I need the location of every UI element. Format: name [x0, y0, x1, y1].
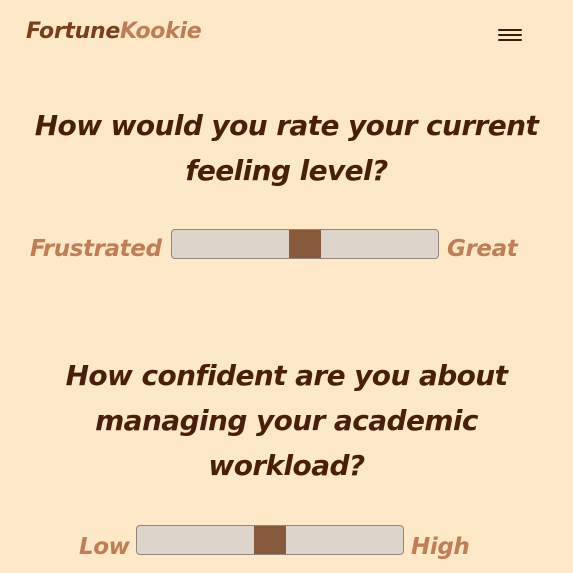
- logo-text-fortune: Fortune: [26, 19, 120, 44]
- question-academic-confidence: How confident are you about managing you…: [0, 353, 573, 488]
- hamburger-menu-icon[interactable]: [495, 24, 525, 46]
- menu-line: [498, 29, 522, 31]
- feeling-slider-thumb[interactable]: [289, 230, 321, 258]
- slider-min-label: Frustrated: [30, 236, 162, 262]
- slider-min-label: Low: [79, 534, 130, 560]
- menu-line: [498, 39, 522, 41]
- slider-max-label: Great: [447, 236, 518, 262]
- confidence-slider[interactable]: [136, 525, 404, 555]
- menu-line: [498, 34, 522, 36]
- confidence-slider-row: Low High: [0, 525, 573, 565]
- feeling-slider-row: Frustrated Great: [0, 229, 573, 269]
- page: FortuneKookie How would you rate your cu…: [0, 0, 573, 573]
- question-text: How confident are you about managing you…: [65, 359, 508, 482]
- confidence-slider-thumb[interactable]: [254, 526, 286, 554]
- feeling-slider[interactable]: [171, 229, 439, 259]
- question-feeling-level: How would you rate your current feeling …: [34, 109, 539, 187]
- logo[interactable]: FortuneKookie: [26, 19, 202, 44]
- logo-text-kookie: Kookie: [119, 19, 202, 44]
- slider-max-label: High: [411, 534, 470, 560]
- header: FortuneKookie: [0, 0, 573, 70]
